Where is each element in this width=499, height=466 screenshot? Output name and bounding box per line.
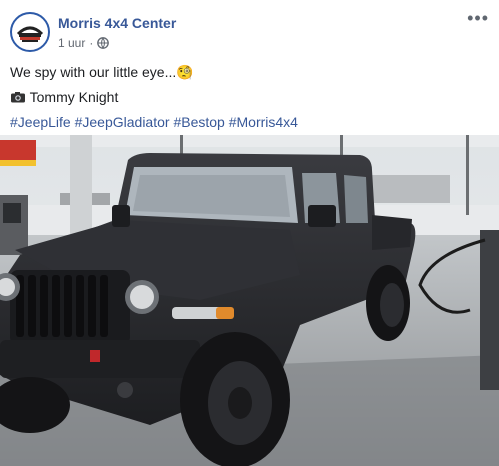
globe-icon[interactable] xyxy=(97,37,110,49)
more-options-icon[interactable]: ••• xyxy=(467,8,489,28)
page-name-link[interactable]: Morris 4x4 Center xyxy=(58,15,176,31)
hashtag-bestop[interactable]: #Bestop xyxy=(173,114,224,130)
hashtag-jeepgladiator[interactable]: #JeepGladiator xyxy=(75,114,170,130)
photo-credit-line: Tommy Knight xyxy=(10,87,489,107)
photo-credit-text: Tommy Knight xyxy=(29,89,119,105)
facebook-post: Morris 4x4 Center 1 uur · ••• We spy wit… xyxy=(0,0,499,466)
post-meta: 1 uur · xyxy=(58,36,110,50)
caption-line: We spy with our little eye...🧐 xyxy=(10,62,489,82)
monocle-face-emoji: 🧐 xyxy=(176,64,194,80)
camera-icon xyxy=(11,92,25,103)
page-avatar[interactable] xyxy=(10,12,50,52)
post-body: We spy with our little eye...🧐 Tommy Kni… xyxy=(10,62,489,137)
caption-text: We spy with our little eye... xyxy=(10,64,177,80)
hashtag-line: #JeepLife #JeepGladiator #Bestop #Morris… xyxy=(10,112,489,132)
timestamp-link[interactable]: 1 uur xyxy=(58,36,85,50)
post-photo[interactable] xyxy=(0,135,499,466)
jeep-gladiator-photo xyxy=(0,135,499,466)
post-header: Morris 4x4 Center 1 uur · ••• xyxy=(10,8,499,56)
meta-separator: · xyxy=(89,36,94,50)
hashtag-jeeplife[interactable]: #JeepLife xyxy=(10,114,71,130)
morris-logo-icon xyxy=(13,15,47,49)
hashtag-morris4x4[interactable]: #Morris4x4 xyxy=(229,114,298,130)
